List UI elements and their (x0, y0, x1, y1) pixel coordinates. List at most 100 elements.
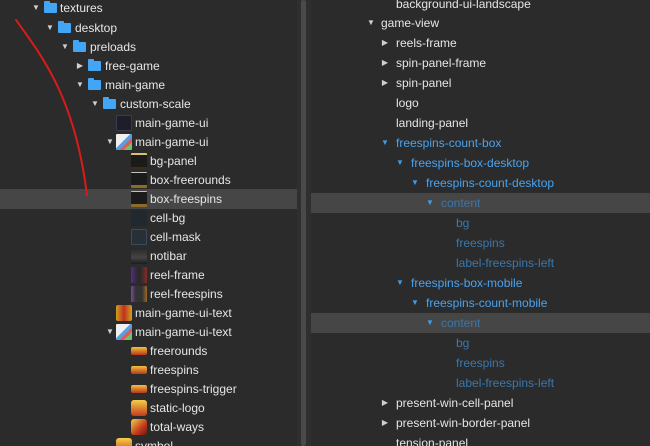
node-label: content (441, 196, 481, 210)
chevron-down-icon[interactable]: ▼ (45, 18, 55, 38)
node-label: present-win-border-panel (396, 416, 531, 430)
node-row-tension-panel[interactable]: tension-panel (311, 433, 650, 446)
node-label: label-freespins-left (456, 376, 555, 390)
tree-row-main-game-ui-image[interactable]: main-game-ui (0, 113, 297, 133)
tree-item-label: static-logo (150, 401, 205, 415)
chevron-right-icon[interactable]: ▶ (380, 413, 390, 433)
tree-row-freespins-trigger[interactable]: freespins-trigger (0, 379, 297, 399)
tree-item-label: main-game-ui-text (135, 325, 232, 339)
node-row-spin-panel-frame[interactable]: ▶ spin-panel-frame (311, 53, 650, 73)
folder-icon (88, 78, 101, 90)
node-row-label-freespins-left-desktop[interactable]: label-freespins-left (311, 253, 650, 273)
tree-item-label: box-freespins (150, 192, 223, 206)
tree-item-label: symbol (135, 439, 174, 446)
node-row-background-ui-landscape[interactable]: background-ui-landscape (311, 0, 650, 14)
tree-row-main-game-ui-text-image[interactable]: main-game-ui-text (0, 303, 297, 323)
tree-row-box-freerounds[interactable]: box-freerounds (0, 170, 297, 190)
chevron-down-icon[interactable]: ▼ (105, 132, 115, 152)
image-thumbnail (131, 248, 147, 264)
chevron-down-icon[interactable]: ▼ (425, 313, 435, 333)
tree-row-free-game[interactable]: ▶ free-game (0, 56, 297, 76)
tree-row-reel-freespins[interactable]: reel-freespins (0, 284, 297, 304)
chevron-down-icon[interactable]: ▼ (410, 173, 420, 193)
panel-splitter[interactable] (297, 0, 311, 446)
tree-row-static-logo[interactable]: static-logo (0, 398, 297, 418)
tree-row-bg-panel[interactable]: bg-panel (0, 151, 297, 171)
node-row-bg-desktop[interactable]: bg (311, 213, 650, 233)
tree-row-main-game[interactable]: ▼ main-game (0, 75, 297, 95)
tree-row-main-game-ui-text-sheet[interactable]: ▼ main-game-ui-text (0, 322, 297, 342)
tree-row-desktop[interactable]: ▼ desktop (0, 18, 297, 38)
node-row-freespins-box-mobile[interactable]: ▼ freespins-box-mobile (311, 273, 650, 293)
node-row-content-mobile[interactable]: ▼ content (311, 313, 650, 333)
chevron-down-icon[interactable]: ▼ (410, 293, 420, 313)
node-label: spin-panel (396, 76, 452, 90)
image-thumbnail (116, 305, 132, 321)
tree-row-freerounds[interactable]: freerounds (0, 341, 297, 361)
node-row-landing-panel[interactable]: landing-panel (311, 113, 650, 133)
chevron-right-icon[interactable]: ▶ (380, 53, 390, 73)
node-row-present-win-cell-panel[interactable]: ▶ present-win-cell-panel (311, 393, 650, 413)
tree-row-cell-mask[interactable]: cell-mask (0, 227, 297, 247)
chevron-down-icon[interactable]: ▼ (425, 193, 435, 213)
tree-row-textures[interactable]: ▼ textures (0, 0, 297, 18)
tree-item-label: main-game-ui (135, 135, 209, 149)
tree-row-box-freespins[interactable]: box-freespins (0, 189, 297, 209)
chevron-down-icon[interactable]: ▼ (31, 0, 41, 18)
tree-row-notibar[interactable]: notibar (0, 246, 297, 266)
node-row-freespins-count-mobile[interactable]: ▼ freespins-count-mobile (311, 293, 650, 313)
chevron-down-icon[interactable]: ▼ (395, 153, 405, 173)
tree-item-label: main-game-ui-text (135, 306, 232, 320)
node-row-present-win-border-panel[interactable]: ▶ present-win-border-panel (311, 413, 650, 433)
chevron-right-icon[interactable]: ▶ (380, 33, 390, 53)
spritesheet-icon (116, 134, 132, 150)
chevron-right-icon[interactable]: ▶ (380, 393, 390, 413)
node-label: content (441, 316, 481, 330)
node-row-freespins-mobile[interactable]: freespins (311, 353, 650, 373)
node-row-content-desktop[interactable]: ▼ content (311, 193, 650, 213)
tree-item-label: bg-panel (150, 154, 197, 168)
image-thumbnail (131, 210, 147, 226)
chevron-right-icon[interactable]: ▶ (380, 73, 390, 93)
chevron-down-icon[interactable]: ▼ (60, 37, 70, 57)
node-label: tension-panel (396, 436, 469, 446)
tree-row-preloads[interactable]: ▼ preloads (0, 37, 297, 57)
chevron-down-icon[interactable]: ▼ (380, 133, 390, 153)
scrollbar-thumb[interactable] (301, 0, 306, 446)
chevron-down-icon[interactable]: ▼ (75, 75, 85, 95)
chevron-down-icon[interactable]: ▼ (90, 94, 100, 114)
chevron-right-icon[interactable]: ▶ (75, 56, 85, 76)
node-row-label-freespins-left-mobile[interactable]: label-freespins-left (311, 373, 650, 393)
tree-item-label: preloads (90, 40, 137, 54)
image-thumbnail (131, 400, 147, 416)
node-row-freespins-count-desktop[interactable]: ▼ freespins-count-desktop (311, 173, 650, 193)
tree-row-symbol[interactable]: symbol (0, 436, 297, 446)
node-label: freespins (456, 356, 505, 370)
image-thumbnail (131, 229, 147, 245)
tree-row-freespins[interactable]: freespins (0, 360, 297, 380)
image-thumbnail (131, 267, 147, 283)
tree-row-total-ways[interactable]: total-ways (0, 417, 297, 437)
node-row-spin-panel[interactable]: ▶ spin-panel (311, 73, 650, 93)
tree-row-reel-frame[interactable]: reel-frame (0, 265, 297, 285)
node-row-freespins-desktop[interactable]: freespins (311, 233, 650, 253)
node-row-logo[interactable]: logo (311, 93, 650, 113)
node-label: logo (396, 96, 419, 110)
node-row-freespins-box-desktop[interactable]: ▼ freespins-box-desktop (311, 153, 650, 173)
node-row-bg-mobile[interactable]: bg (311, 333, 650, 353)
node-row-game-view[interactable]: ▼ game-view (311, 13, 650, 33)
tree-row-main-game-ui-sheet[interactable]: ▼ main-game-ui (0, 132, 297, 152)
folder-icon (44, 1, 57, 13)
tree-row-custom-scale[interactable]: ▼ custom-scale (0, 94, 297, 114)
chevron-down-icon[interactable]: ▼ (366, 13, 376, 33)
chevron-down-icon[interactable]: ▼ (105, 322, 115, 342)
node-label: landing-panel (396, 116, 469, 130)
tree-item-label: total-ways (150, 420, 205, 434)
node-row-reels-frame[interactable]: ▶ reels-frame (311, 33, 650, 53)
tree-row-cell-bg[interactable]: cell-bg (0, 208, 297, 228)
node-row-freespins-count-box[interactable]: ▼ freespins-count-box (311, 133, 650, 153)
tree-item-label: reel-frame (150, 268, 205, 282)
chevron-down-icon[interactable]: ▼ (395, 273, 405, 293)
image-thumbnail (131, 153, 147, 169)
tree-item-label: cell-mask (150, 230, 201, 244)
